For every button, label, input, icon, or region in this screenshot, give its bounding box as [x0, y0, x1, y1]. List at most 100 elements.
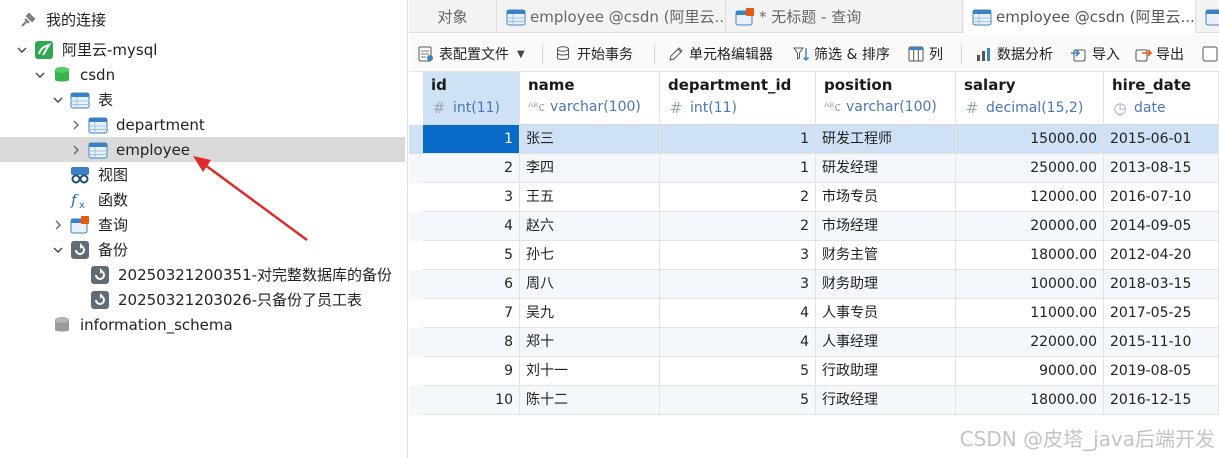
- table-cell-id[interactable]: 1: [423, 125, 520, 154]
- table-cell-hire-date[interactable]: 2012-04-20: [1104, 241, 1219, 270]
- tab-objects[interactable]: 对象: [409, 0, 497, 33]
- table-cell-position[interactable]: 市场经理: [816, 212, 956, 241]
- table-cell-name[interactable]: 赵六: [520, 212, 660, 241]
- table-cell-salary[interactable]: 12000.00: [956, 183, 1104, 212]
- table-cell-name[interactable]: 吴九: [520, 299, 660, 328]
- dropdown-caret-icon[interactable]: ▼: [517, 49, 525, 60]
- table-cell-position[interactable]: 财务主管: [816, 241, 956, 270]
- table-cell-salary[interactable]: 25000.00: [956, 154, 1104, 183]
- tab-overflow[interactable]: [1197, 0, 1219, 33]
- table-row[interactable]: 3 王五 2 市场专员 12000.00 2016-07-10: [409, 183, 1219, 212]
- table-cell-id[interactable]: 8: [423, 328, 520, 357]
- table-cell-salary[interactable]: 11000.00: [956, 299, 1104, 328]
- table-cell-hire-date[interactable]: 2019-08-05: [1104, 357, 1219, 386]
- tree-backup-item[interactable]: 20250321200351-对完整数据库的备份: [0, 262, 405, 287]
- table-row[interactable]: 7 吴九 4 人事专员 11000.00 2017-05-25: [409, 299, 1219, 328]
- table-cell-id[interactable]: 4: [423, 212, 520, 241]
- table-cell-salary[interactable]: 18000.00: [956, 241, 1104, 270]
- table-cell-name[interactable]: 李四: [520, 154, 660, 183]
- table-row[interactable]: 1 张三 1 研发工程师 15000.00 2015-06-01: [409, 125, 1219, 154]
- table-row[interactable]: 8 郑十 4 人事经理 22000.00 2015-11-10: [409, 328, 1219, 357]
- table-cell-department-id[interactable]: 3: [660, 270, 816, 299]
- table-row[interactable]: 2 李四 1 研发经理 25000.00 2013-08-15: [409, 154, 1219, 183]
- column-header-salary[interactable]: salary # decimal(15,2): [956, 72, 1104, 125]
- table-cell-position[interactable]: 人事经理: [816, 328, 956, 357]
- column-header-name[interactable]: name ᴬᴮc varchar(100): [520, 72, 660, 125]
- chevron-down-icon[interactable]: [52, 94, 64, 106]
- tree-backup-item[interactable]: 20250321203026-只备份了员工表: [0, 287, 405, 312]
- column-header-position[interactable]: position ᴬᴮc varchar(100): [816, 72, 956, 125]
- table-cell-name[interactable]: 张三: [520, 125, 660, 154]
- table-cell-name[interactable]: 周八: [520, 270, 660, 299]
- table-cell-id[interactable]: 10: [423, 386, 520, 415]
- table-cell-department-id[interactable]: 4: [660, 328, 816, 357]
- table-cell-department-id[interactable]: 2: [660, 183, 816, 212]
- table-cell-department-id[interactable]: 3: [660, 241, 816, 270]
- table-cell-department-id[interactable]: 5: [660, 357, 816, 386]
- begin-transaction-button[interactable]: 开始事务: [555, 42, 633, 66]
- table-row[interactable]: 9 刘十一 5 行政助理 9000.00 2019-08-05: [409, 357, 1219, 386]
- chevron-right-icon[interactable]: [52, 219, 64, 231]
- table-row[interactable]: 10 陈十二 5 行政经理 18000.00 2016-12-15: [409, 386, 1219, 415]
- tree-tables-node[interactable]: 表: [0, 87, 405, 112]
- table-cell-department-id[interactable]: 5: [660, 386, 816, 415]
- table-cell-salary[interactable]: 10000.00: [956, 270, 1104, 299]
- export-button[interactable]: 导出: [1134, 42, 1184, 66]
- table-cell-department-id[interactable]: 1: [660, 125, 816, 154]
- columns-button[interactable]: 列: [907, 42, 943, 66]
- filter-sort-button[interactable]: 筛选 & 排序: [792, 42, 890, 66]
- tab-employee-1[interactable]: employee @csdn (阿里云...: [498, 0, 726, 33]
- table-cell-position[interactable]: 行政经理: [816, 386, 956, 415]
- table-cell-department-id[interactable]: 4: [660, 299, 816, 328]
- import-button[interactable]: 导入: [1070, 42, 1120, 66]
- data-grid[interactable]: id # int(11) name ᴬᴮc varchar(100) department_…: [409, 72, 1219, 458]
- table-cell-hire-date[interactable]: 2018-03-15: [1104, 270, 1219, 299]
- table-cell-department-id[interactable]: 1: [660, 154, 816, 183]
- table-cell-id[interactable]: 9: [423, 357, 520, 386]
- table-row[interactable]: 6 周八 3 财务助理 10000.00 2018-03-15: [409, 270, 1219, 299]
- table-cell-position[interactable]: 行政助理: [816, 357, 956, 386]
- table-cell-position[interactable]: 市场专员: [816, 183, 956, 212]
- more-toolbar-icon[interactable]: [1201, 42, 1219, 66]
- table-cell-position[interactable]: 研发经理: [816, 154, 956, 183]
- table-cell-hire-date[interactable]: 2016-12-15: [1104, 386, 1219, 415]
- cell-editor-button[interactable]: 单元格编辑器: [667, 42, 773, 66]
- table-cell-salary[interactable]: 18000.00: [956, 386, 1104, 415]
- column-header-id[interactable]: id # int(11): [423, 72, 520, 125]
- table-cell-hire-date[interactable]: 2014-09-05: [1104, 212, 1219, 241]
- table-cell-id[interactable]: 7: [423, 299, 520, 328]
- tree-connection-aliyun[interactable]: 阿里云-mysql: [0, 37, 405, 62]
- table-cell-name[interactable]: 陈十二: [520, 386, 660, 415]
- table-cell-salary[interactable]: 22000.00: [956, 328, 1104, 357]
- table-cell-name[interactable]: 郑十: [520, 328, 660, 357]
- table-cell-salary[interactable]: 20000.00: [956, 212, 1104, 241]
- table-cell-position[interactable]: 人事专员: [816, 299, 956, 328]
- table-cell-id[interactable]: 5: [423, 241, 520, 270]
- chevron-right-icon[interactable]: [70, 119, 82, 131]
- table-row[interactable]: 4 赵六 2 市场经理 20000.00 2014-09-05: [409, 212, 1219, 241]
- table-cell-hire-date[interactable]: 2015-06-01: [1104, 125, 1219, 154]
- table-cell-department-id[interactable]: 2: [660, 212, 816, 241]
- table-cell-hire-date[interactable]: 2017-05-25: [1104, 299, 1219, 328]
- table-row[interactable]: 5 孙七 3 财务主管 18000.00 2012-04-20: [409, 241, 1219, 270]
- table-cell-salary[interactable]: 15000.00: [956, 125, 1104, 154]
- table-cell-id[interactable]: 6: [423, 270, 520, 299]
- table-cell-hire-date[interactable]: 2015-11-10: [1104, 328, 1219, 357]
- tab-employee-2[interactable]: employee @csdn (阿里云...: [964, 0, 1196, 33]
- chevron-right-icon[interactable]: [70, 144, 82, 156]
- table-cell-hire-date[interactable]: 2013-08-15: [1104, 154, 1219, 183]
- column-header-hire-date[interactable]: hire_date ◷ date: [1104, 72, 1219, 125]
- table-cell-salary[interactable]: 9000.00: [956, 357, 1104, 386]
- table-config-button[interactable]: 表配置文件 ▼: [417, 42, 525, 66]
- tree-db-csdn[interactable]: csdn: [0, 62, 405, 87]
- data-analysis-button[interactable]: 数据分析: [975, 42, 1053, 66]
- table-cell-id[interactable]: 2: [423, 154, 520, 183]
- table-cell-name[interactable]: 孙七: [520, 241, 660, 270]
- chevron-down-icon[interactable]: [16, 44, 28, 56]
- table-cell-name[interactable]: 刘十一: [520, 357, 660, 386]
- table-cell-position[interactable]: 研发工程师: [816, 125, 956, 154]
- table-cell-id[interactable]: 3: [423, 183, 520, 212]
- tab-untitled-query[interactable]: * 无标题 - 查询: [727, 0, 963, 33]
- table-cell-hire-date[interactable]: 2016-07-10: [1104, 183, 1219, 212]
- chevron-down-icon[interactable]: [52, 244, 64, 256]
